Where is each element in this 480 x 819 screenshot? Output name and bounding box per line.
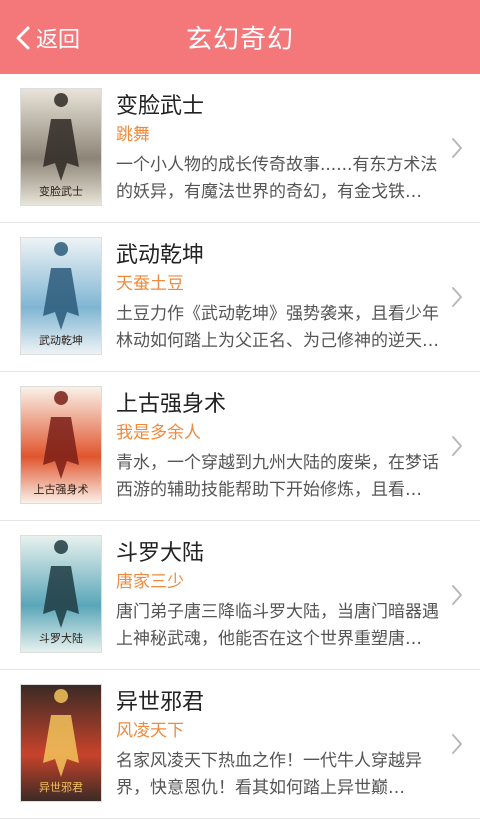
back-button[interactable]: 返回 <box>12 18 80 58</box>
cover-title: 异世邪君 <box>39 781 83 794</box>
cover-title: 变脸武士 <box>39 184 83 198</box>
cover-title: 斗罗大陆 <box>39 631 83 645</box>
book-cover: 斗罗大陆 <box>20 535 102 653</box>
book-author: 唐家三少 <box>116 572 184 592</box>
cover-title: 武动乾坤 <box>39 333 83 347</box>
book-list-item[interactable]: 武动乾坤 武动乾坤 天蚕土豆 土豆力作《武动乾坤》强势袭来，且看少年林动如何踏上… <box>0 223 480 372</box>
book-author: 跳舞 <box>116 125 150 145</box>
book-title: 斗罗大陆 <box>116 541 205 566</box>
book-cover: 武动乾坤 <box>20 237 102 355</box>
chevron-right-icon <box>450 434 464 458</box>
book-cover: 上古强身术 <box>20 386 102 504</box>
back-label: 返回 <box>36 28 81 53</box>
chevron-right-icon <box>450 583 464 607</box>
book-description: 唐门弟子唐三降临斗罗大陆，当唐门暗器遇上神秘武魂，他能否在这个世界重塑唐门…… <box>116 602 439 649</box>
book-list-item[interactable]: 斗罗大陆 斗罗大陆 唐家三少 唐门弟子唐三降临斗罗大陆，当唐门暗器遇上神秘武魂，… <box>0 521 480 670</box>
book-list: 变脸武士 变脸武士 跳舞 一个小人物的成长传奇故事......有东方术法的妖异，… <box>0 74 480 819</box>
book-author: 我是多余人 <box>116 423 201 443</box>
book-cover: 变脸武士 <box>20 88 102 206</box>
book-description: 青水，一个穿越到九州大陆的废柴，在梦话西游的辅助技能帮助下开始修炼，且看他…… <box>116 453 439 500</box>
book-title: 武动乾坤 <box>116 243 205 268</box>
book-author: 天蚕土豆 <box>116 274 184 294</box>
book-description: 土豆力作《武动乾坤》强势袭来，且看少年林动如何踏上为父正名、为己修神的逆天之路…… <box>116 304 439 351</box>
book-list-item[interactable]: 变脸武士 变脸武士 跳舞 一个小人物的成长传奇故事......有东方术法的妖异，… <box>0 74 480 223</box>
book-description: 名家风凌天下热血之作！一代牛人穿越异界，快意恩仇！看其如何踏上异世巅峰，…… <box>116 751 422 798</box>
book-list-item[interactable]: 异世邪君 异世邪君 风凌天下 名家风凌天下热血之作！一代牛人穿越异界，快意恩仇！… <box>0 670 480 819</box>
book-list-item[interactable]: 上古强身术 上古强身术 我是多余人 青水，一个穿越到九州大陆的废柴，在梦话西游的… <box>0 372 480 521</box>
book-title: 变脸武士 <box>116 94 205 119</box>
cover-title: 上古强身术 <box>34 482 89 496</box>
top-bar: 返回 玄幻奇幻 <box>0 0 480 74</box>
chevron-right-icon <box>450 285 464 309</box>
page-title: 玄幻奇幻 <box>185 24 294 55</box>
chevron-left-icon <box>12 24 34 52</box>
book-author: 风凌天下 <box>116 721 184 741</box>
book-description: 一个小人物的成长传奇故事......有东方术法的妖异，有魔法世界的奇幻，有金戈铁… <box>116 155 438 202</box>
chevron-right-icon <box>450 732 464 756</box>
chevron-right-icon <box>450 136 464 160</box>
book-title: 异世邪君 <box>116 690 205 715</box>
book-title: 上古强身术 <box>116 392 227 417</box>
book-cover: 异世邪君 <box>20 684 102 802</box>
